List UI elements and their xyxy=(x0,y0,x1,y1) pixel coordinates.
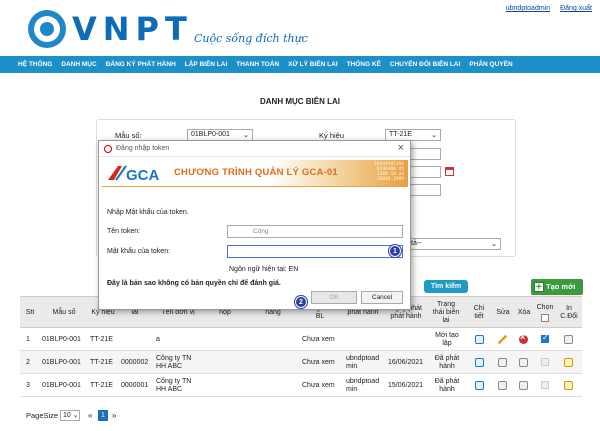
token-name-value: Công xyxy=(253,228,269,235)
dialog-title: Đăng nhập token xyxy=(116,145,170,152)
close-icon[interactable]: × xyxy=(398,142,404,154)
unlicensed-warning: Đây là bản sao không có bản quyền chỉ để… xyxy=(107,280,281,287)
gca-banner-digits: 10444905194 0198488 45 1209 19 24 19848 … xyxy=(374,162,404,182)
dialog-titlebar: Đăng nhập token × xyxy=(99,141,410,157)
cancel-button[interactable]: Cancel xyxy=(361,291,403,304)
app-icon xyxy=(104,145,112,153)
ok-button[interactable]: OK xyxy=(311,291,357,304)
password-label: Mật khẩu của token: xyxy=(107,248,171,255)
token-name-label: Tên token: xyxy=(107,228,141,235)
token-password-field[interactable] xyxy=(227,245,403,258)
gca-banner-title: CHƯƠNG TRÌNH QUẢN LÝ GCA-01 xyxy=(174,167,338,178)
gca-logo-text: GCA xyxy=(126,167,160,184)
step-2-badge: 2 xyxy=(295,296,307,308)
token-name-field[interactable]: Công xyxy=(227,225,403,238)
gca-logo-icon: GCA xyxy=(108,165,160,184)
dialog-prompt: Nhập Mật khẩu của token. xyxy=(107,209,189,216)
token-login-dialog: Đăng nhập token × GCA CHƯƠNG TRÌNH QUẢN … xyxy=(98,140,411,310)
step-1-badge: 1 xyxy=(389,245,401,257)
language-text: Ngôn ngữ hiện tại: EN xyxy=(229,266,299,273)
gca-banner: GCA CHƯƠNG TRÌNH QUẢN LÝ GCA-01 10444905… xyxy=(102,160,408,187)
